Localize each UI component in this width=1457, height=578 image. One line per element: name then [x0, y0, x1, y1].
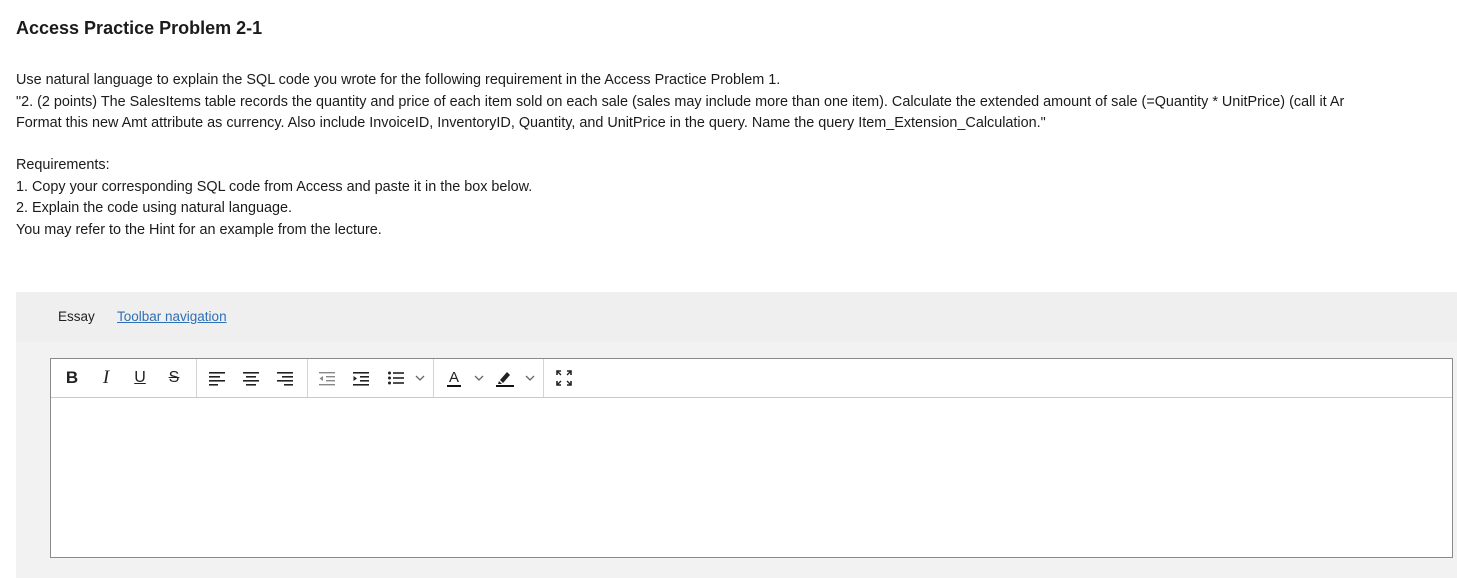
- toolbar-navigation-link[interactable]: Toolbar navigation: [117, 309, 227, 324]
- underline-icon: U: [134, 369, 146, 386]
- bold-icon: B: [65, 368, 79, 387]
- hint-note: You may refer to the Hint for an example…: [16, 221, 382, 238]
- bullet-list-icon: [388, 371, 404, 385]
- bold-button[interactable]: B: [63, 367, 81, 389]
- text-color-dropdown[interactable]: [473, 367, 485, 389]
- intro-line: Format this new Amt attribute as currenc…: [16, 115, 1046, 131]
- essay-panel: Essay Toolbar navigation B I U S A: [16, 292, 1457, 578]
- essay-header: Essay Toolbar navigation: [16, 292, 1457, 342]
- fullscreen-icon: [556, 370, 572, 386]
- requirement-item: 1. Copy your corresponding SQL code from…: [16, 178, 533, 195]
- italic-button[interactable]: I: [97, 367, 115, 389]
- text-color-icon: A: [446, 368, 461, 387]
- align-center-icon: [243, 372, 259, 386]
- text-color-button[interactable]: A: [443, 367, 465, 389]
- indent-button[interactable]: [350, 367, 372, 389]
- align-right-button[interactable]: [274, 367, 296, 389]
- strikethrough-icon: S: [168, 369, 180, 386]
- chevron-down-icon: [525, 375, 535, 381]
- toolbar-separator: [196, 359, 197, 397]
- rich-text-editor: B I U S A: [50, 358, 1453, 558]
- intro-line: Use natural language to explain the SQL …: [16, 72, 781, 88]
- outdent-icon: [319, 372, 335, 386]
- requirement-item: 2. Explain the code using natural langua…: [16, 200, 293, 216]
- editor-toolbar: B I U S A: [51, 359, 1452, 398]
- highlight-icon: [496, 372, 514, 387]
- bullet-list-dropdown[interactable]: [414, 367, 426, 389]
- requirements: Requirements: 1. Copy your corresponding…: [16, 155, 532, 241]
- align-left-button[interactable]: [206, 367, 228, 389]
- outdent-button[interactable]: [316, 367, 338, 389]
- page: Access Practice Problem 2-1 Use natural …: [0, 0, 1457, 578]
- toolbar-separator: [307, 359, 308, 397]
- italic-icon: I: [102, 367, 110, 388]
- essay-label: Essay: [58, 309, 95, 324]
- page-title: Access Practice Problem 2-1: [16, 18, 263, 38]
- align-center-button[interactable]: [240, 367, 262, 389]
- toolbar-separator: [433, 359, 434, 397]
- highlight-button[interactable]: [494, 367, 516, 389]
- essay-text-area[interactable]: [51, 398, 1452, 557]
- strikethrough-button[interactable]: S: [165, 367, 183, 389]
- align-right-icon: [277, 372, 293, 386]
- requirements-heading: Requirements:: [16, 157, 110, 173]
- toolbar-separator: [543, 359, 544, 397]
- problem-description: Use natural language to explain the SQL …: [16, 70, 1457, 135]
- bullet-list-button[interactable]: [385, 367, 407, 389]
- highlight-dropdown[interactable]: [524, 367, 536, 389]
- indent-icon: [353, 372, 369, 386]
- chevron-down-icon: [474, 375, 484, 381]
- chevron-down-icon: [415, 375, 425, 381]
- intro-line: "2. (2 points) The SalesItems table reco…: [16, 93, 1345, 110]
- align-left-icon: [209, 372, 225, 386]
- fullscreen-button[interactable]: [553, 367, 575, 389]
- underline-button[interactable]: U: [131, 367, 149, 389]
